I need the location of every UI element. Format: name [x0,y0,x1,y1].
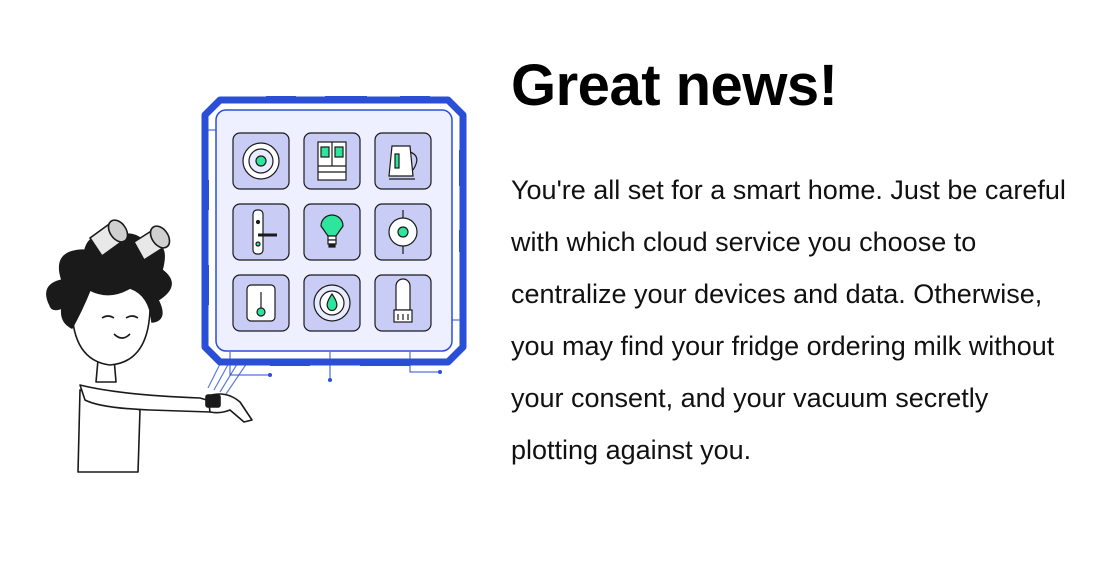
device-tile-robot-vacuum [232,132,290,190]
device-tile-smart-bulb [303,203,361,261]
page-title: Great news! [511,53,838,118]
device-tile-thermostat [232,274,290,332]
smartwatch-icon [205,394,221,408]
smart-fridge-icon [317,141,347,181]
device-tile-air-purifier [374,274,432,332]
message-text: You're all set for a smart home. Just be… [511,175,1066,465]
device-tile-smart-lock [232,203,290,261]
device-tile-smart-kettle [374,132,432,190]
robot-vacuum-icon [242,142,280,180]
thermostat-icon [246,284,276,322]
device-tile-smart-plug [374,203,432,261]
air-purifier-icon [393,278,413,323]
device-tile-smart-fridge [303,132,361,190]
device-tile-water-sensor [303,274,361,332]
smart-home-illustration [46,96,467,473]
water-sensor-icon [313,284,351,322]
